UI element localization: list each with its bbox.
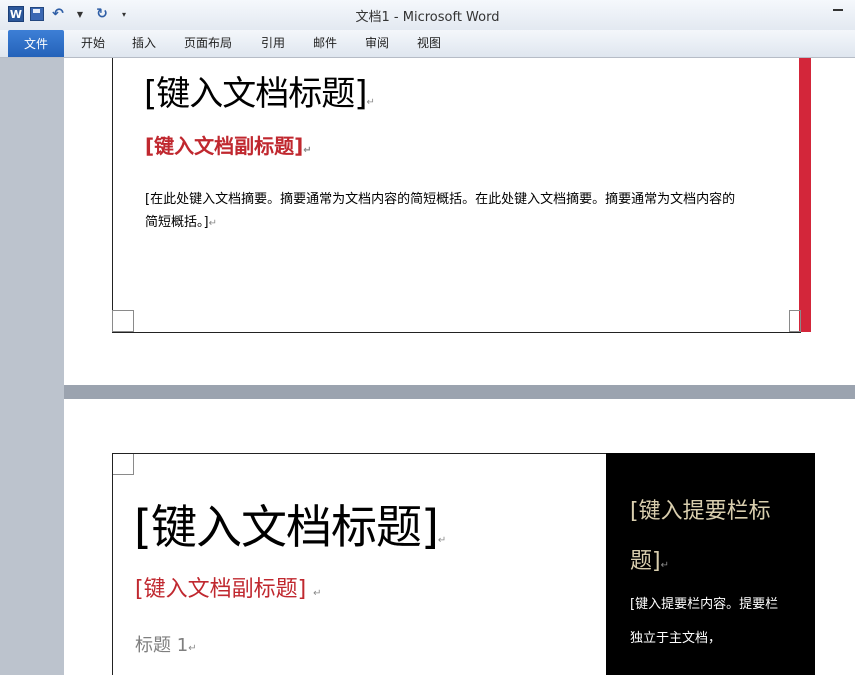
- page-gap: [64, 385, 855, 399]
- page-2[interactable]: [键入文档标题]↵ [键入文档副标题] ↵ 标题 1↵ [键入提要栏标题]↵ […: [64, 399, 855, 675]
- window-title: 文档1 - Microsoft Word: [355, 10, 500, 25]
- title-text[interactable]: [键入文档标题]: [144, 74, 368, 114]
- sidebar-title-text[interactable]: [键入提要栏标题]: [630, 499, 771, 574]
- title-bar: W ↶ ▼ ↻ ▾ 文档1 - Microsoft Word: [0, 0, 855, 30]
- heading-1[interactable]: 标题 1↵: [135, 631, 197, 657]
- page-2-frame-left: [112, 453, 113, 675]
- subtitle-text[interactable]: [键入文档副标题]: [145, 134, 303, 158]
- tab-view[interactable]: 视图: [417, 34, 441, 51]
- page-2-subtitle-field[interactable]: [键入文档副标题] ↵: [135, 571, 322, 603]
- tab-page-layout[interactable]: 页面布局: [184, 34, 232, 51]
- paragraph-mark-icon: ↵: [313, 588, 322, 599]
- ribbon-tabs: 文件 开始 插入 页面布局 引用 邮件 审阅 视图: [0, 30, 855, 58]
- tab-review[interactable]: 审阅: [365, 34, 389, 51]
- margin-corner-marker: [112, 453, 134, 475]
- tab-mailings[interactable]: 邮件: [313, 34, 337, 51]
- sidebar-content-field[interactable]: [键入提要栏内容。提要栏独立于主文档，: [630, 588, 790, 656]
- left-margin-strip: [0, 58, 64, 675]
- minimize-icon[interactable]: [833, 9, 843, 11]
- document-subtitle-field[interactable]: [键入文档副标题]↵: [145, 130, 312, 159]
- tab-references[interactable]: 引用: [261, 34, 285, 51]
- cover-accent-bar: [799, 58, 811, 332]
- document-area[interactable]: [键入文档标题]↵ [键入文档副标题]↵ [在此处键入文档摘要。摘要通常为文档内…: [0, 58, 855, 675]
- page-1[interactable]: [键入文档标题]↵ [键入文档副标题]↵ [在此处键入文档摘要。摘要通常为文档内…: [64, 58, 855, 385]
- page-2-frame-top: [112, 453, 606, 454]
- subtitle-text[interactable]: [键入文档副标题]: [135, 577, 306, 602]
- paragraph-mark-icon: ↵: [660, 560, 669, 571]
- abstract-text[interactable]: [在此处键入文档摘要。摘要通常为文档内容的简短概括。在此处键入文档摘要。摘要通常…: [145, 192, 735, 230]
- document-title-field[interactable]: [键入文档标题]↵: [144, 66, 375, 115]
- document-abstract-field[interactable]: [在此处键入文档摘要。摘要通常为文档内容的简短概括。在此处键入文档摘要。摘要通常…: [145, 188, 745, 235]
- paragraph-mark-icon: ↵: [208, 218, 217, 229]
- title-text[interactable]: [键入文档标题]: [134, 500, 439, 554]
- tab-file[interactable]: 文件: [8, 30, 64, 57]
- sidebar-box[interactable]: [键入提要栏标题]↵ [键入提要栏内容。提要栏独立于主文档，: [606, 453, 815, 675]
- tab-insert[interactable]: 插入: [132, 34, 156, 51]
- margin-corner-marker: [789, 310, 801, 332]
- paragraph-mark-icon: ↵: [366, 97, 375, 108]
- page-2-title-field[interactable]: [键入文档标题]↵: [134, 491, 446, 557]
- paragraph-mark-icon: ↵: [188, 643, 197, 654]
- margin-corner-marker: [112, 310, 134, 332]
- paragraph-mark-icon: ↵: [303, 145, 312, 156]
- heading-text[interactable]: 标题 1: [135, 635, 188, 656]
- tab-home[interactable]: 开始: [81, 34, 105, 51]
- paragraph-mark-icon: ↵: [437, 535, 446, 546]
- sidebar-title-field[interactable]: [键入提要栏标题]↵: [630, 487, 800, 591]
